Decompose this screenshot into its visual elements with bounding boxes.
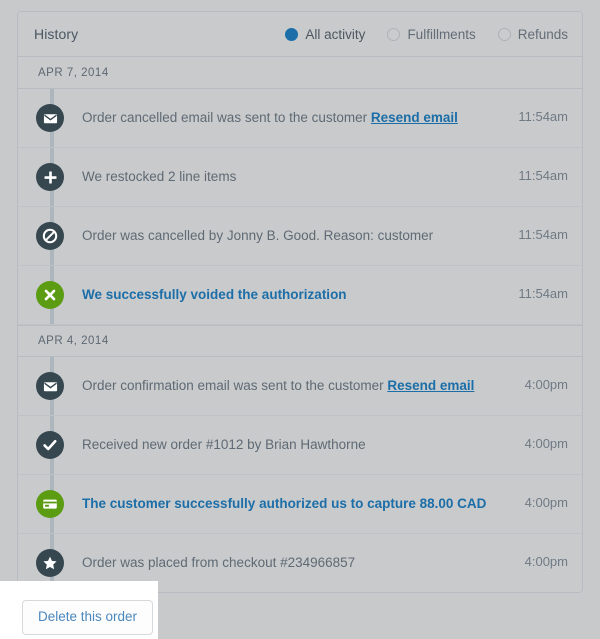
event-message: Order was placed from checkout #23496685… [82,555,356,570]
event-text: Order cancelled email was sent to the cu… [82,108,494,128]
radio-label: Refunds [517,26,568,42]
event-icon-wrap [18,104,82,132]
event-body: We successfully voided the authorization [82,281,506,305]
event-icon-wrap [18,549,82,577]
event-text: The customer successfully authorized us … [82,494,494,514]
history-card-header: History All activity Fulfillments Refunds [18,12,582,57]
event-icon-badge [36,281,64,309]
date-group-header: APR 4, 2014 [18,325,582,357]
credit-card-icon [43,499,57,509]
radio-label: All activity [305,26,366,42]
event-message: We restocked 2 line items [82,169,237,184]
history-timeline: APR 7, 2014 Order cancelled email was sen… [18,57,582,592]
timeline-event-row: Order cancelled email was sent to the cu… [18,89,582,148]
delete-order-button[interactable]: Delete this order [22,600,154,635]
timeline-event-row: Received new order #1012 by Brian Hawtho… [18,416,582,475]
event-timestamp: 11:54am [518,168,568,183]
event-message: Received new order #1012 by Brian Hawtho… [82,437,366,452]
plus-icon [44,171,56,183]
timeline-event-row: We restocked 2 line items 11:54am [18,148,582,207]
envelope-icon [43,381,57,391]
history-card: History All activity Fulfillments Refunds … [17,11,583,593]
filter-refunds[interactable]: Refunds [497,26,568,42]
event-icon-badge [36,549,64,577]
event-body: We restocked 2 line items [82,163,506,187]
event-message: Order cancelled email was sent to the cu… [82,110,371,125]
resend-email-link[interactable]: Resend email [371,110,458,125]
event-body: Order was placed from checkout #23496685… [82,549,506,573]
event-body: Order confirmation email was sent to the… [82,372,506,396]
radio-button-icon[interactable] [387,27,401,41]
event-text: Order was cancelled by Jonny B. Good. Re… [82,226,494,246]
event-icon-badge [36,490,64,518]
event-message: We successfully voided the authorization [82,287,347,302]
event-text: Order was placed from checkout #23496685… [82,553,494,573]
no-entry-icon [42,228,58,244]
check-circle-icon [43,439,57,451]
event-icon-wrap [18,163,82,191]
resend-email-link[interactable]: Resend email [387,378,474,393]
event-text: We successfully voided the authorization [82,285,494,305]
event-timestamp: 4:00pm [524,436,568,451]
event-body: The customer successfully authorized us … [82,490,506,514]
filter-fulfillments[interactable]: Fulfillments [387,26,476,42]
event-timestamp: 4:00pm [524,554,568,569]
radio-button-icon[interactable] [497,27,511,41]
event-icon-wrap [18,222,82,250]
event-body: Order was cancelled by Jonny B. Good. Re… [82,222,506,246]
event-icon-wrap [18,431,82,459]
event-icon-badge [36,372,64,400]
filter-all-activity[interactable]: All activity [285,27,365,42]
event-icon-wrap [18,490,82,518]
event-message: The customer successfully authorized us … [82,496,487,511]
timeline-event-row: The customer successfully authorized us … [18,475,582,534]
timeline-event-row: We successfully voided the authorization… [18,266,582,325]
activity-filter-group: All activity Fulfillments Refunds [285,27,568,42]
envelope-icon [43,113,57,123]
event-icon-badge [36,222,64,250]
event-body: Received new order #1012 by Brian Hawtho… [82,431,506,455]
page-title: History [34,26,79,42]
timeline-event-row: Order confirmation email was sent to the… [18,357,582,416]
event-icon-badge [36,431,64,459]
event-icon-badge [36,163,64,191]
event-text: Received new order #1012 by Brian Hawtho… [82,435,494,455]
event-body: Order cancelled email was sent to the cu… [82,104,506,128]
event-text: Order confirmation email was sent to the… [82,376,494,396]
event-icon-wrap [18,372,82,400]
event-text: We restocked 2 line items [82,167,494,187]
radio-label: Fulfillments [407,26,476,42]
star-icon [43,556,57,570]
timeline-event-row: Order was cancelled by Jonny B. Good. Re… [18,207,582,266]
x-mark-icon [44,289,56,301]
event-message: Order confirmation email was sent to the… [82,378,388,393]
event-timestamp: 11:54am [518,109,568,124]
event-timestamp: 11:54am [518,227,568,242]
date-group-header: APR 7, 2014 [18,57,582,89]
radio-button-icon[interactable] [285,27,299,41]
event-timestamp: 4:00pm [524,377,568,392]
event-timestamp: 11:54am [518,286,568,301]
timeline-groups: APR 7, 2014 Order cancelled email was sen… [18,57,582,592]
event-message: Order was cancelled by Jonny B. Good. Re… [82,228,434,243]
event-timestamp: 4:00pm [524,495,568,510]
event-icon-badge [36,104,64,132]
event-icon-wrap [18,281,82,309]
